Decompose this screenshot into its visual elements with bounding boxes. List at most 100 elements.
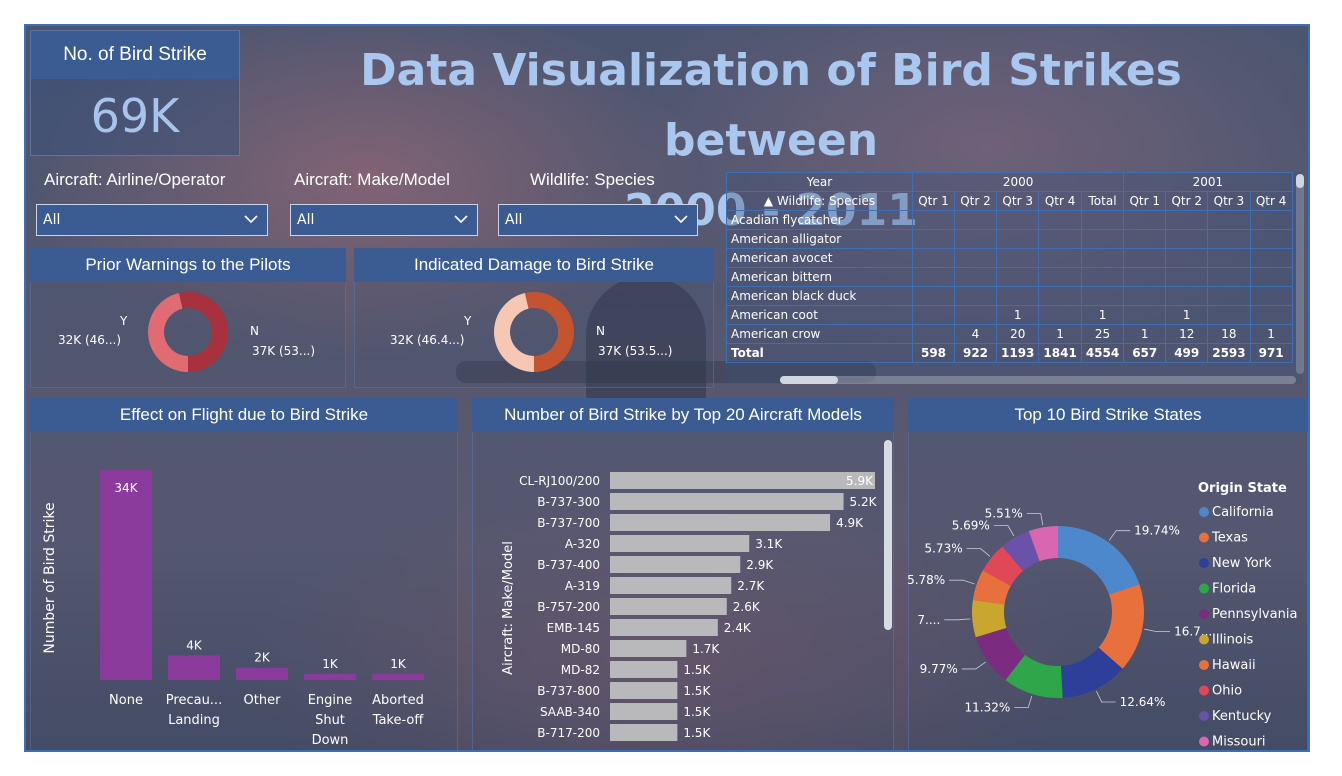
matrix-cell	[995, 229, 1040, 249]
matrix-total-label: Total	[726, 343, 913, 363]
aircraft-bar[interactable]	[610, 514, 831, 531]
aircraft-bar[interactable]	[610, 724, 678, 741]
aircraft-bar[interactable]	[610, 640, 687, 657]
states-donut-chart: 19.74%16.7...12.64%11.32%9.77%7....5.78%…	[908, 481, 1297, 750]
matrix-cell	[1249, 248, 1293, 268]
legend-marker	[1199, 583, 1209, 594]
slicer-dropdown-airline[interactable]: All	[36, 204, 268, 236]
aircraft-category-label: MD-80	[561, 642, 600, 656]
matrix-cell	[954, 229, 997, 249]
state-slice-california[interactable]	[1058, 526, 1140, 595]
matrix-cell	[912, 229, 955, 249]
matrix-row: American alligator	[726, 229, 1293, 249]
matrix-species-cell: American black duck	[726, 286, 913, 306]
aircraft-bar-value-label: 2.6K	[733, 600, 761, 614]
matrix-species-cell: American crow	[726, 324, 913, 344]
slicer-dropdown-model[interactable]: All	[290, 204, 478, 236]
matrix-col-header: Qtr 2	[1165, 191, 1209, 211]
legend-item-label[interactable]: Pennsylvania	[1212, 607, 1297, 622]
legend-item-label[interactable]: New York	[1212, 556, 1272, 571]
effect-category-label: Engine	[308, 693, 353, 708]
matrix-cell	[1249, 305, 1293, 325]
legend-item-label[interactable]: Hawaii	[1212, 658, 1256, 673]
matrix-cell	[912, 305, 955, 325]
matrix-cell: 1841	[1038, 343, 1082, 363]
matrix-cell	[1080, 229, 1125, 249]
matrix-vertical-scrollbar[interactable]	[1296, 174, 1304, 374]
matrix-horizontal-scroll-thumb[interactable]	[780, 376, 838, 384]
state-slice-label: 5.51%	[985, 506, 1023, 520]
states-chart-title: Top 10 Bird Strike States	[908, 398, 1308, 432]
warnings-y-label: Y	[120, 314, 128, 328]
legend-marker	[1199, 711, 1209, 721]
warnings-donut-chart	[148, 292, 228, 372]
effect-bar[interactable]	[168, 655, 220, 680]
matrix-col-header: Total	[1080, 191, 1125, 211]
page-title-line-1: Data Visualization of Bird Strikes betwe…	[360, 45, 1182, 166]
aircraft-bar[interactable]	[610, 577, 732, 594]
matrix-vertical-scroll-thumb[interactable]	[1296, 174, 1304, 188]
legend-item-label[interactable]: Ohio	[1212, 684, 1242, 699]
matrix-cell	[1207, 267, 1251, 287]
matrix-species-header[interactable]: ▲ Wildlife: Species	[726, 191, 913, 211]
chevron-down-icon	[674, 215, 688, 224]
aircraft-chart-scrollbar[interactable]	[884, 440, 892, 630]
matrix-cell: 1	[995, 305, 1040, 325]
matrix-cell	[995, 267, 1040, 287]
legend-marker	[1199, 685, 1209, 696]
legend-item-label[interactable]: Kentucky	[1212, 709, 1272, 724]
matrix-cell: 18	[1207, 324, 1251, 344]
effect-bar[interactable]	[372, 673, 424, 680]
kpi-card: No. of Bird Strike 69K	[30, 30, 240, 156]
matrix-cell: 922	[954, 343, 997, 363]
aircraft-bar[interactable]	[610, 661, 678, 678]
matrix-cell	[1207, 248, 1251, 268]
effect-bar[interactable]	[100, 470, 152, 680]
dashboard: No. of Bird Strike 69K Data Visualizatio…	[24, 24, 1310, 752]
matrix-cell	[912, 324, 955, 344]
effect-bar[interactable]	[304, 673, 356, 680]
matrix-row: American avocet	[726, 248, 1293, 268]
matrix-cell	[1038, 248, 1082, 268]
matrix-cell: 1193	[995, 343, 1040, 363]
legend-item-label[interactable]: Texas	[1211, 531, 1248, 546]
aircraft-bar[interactable]	[610, 682, 678, 699]
legend-item-label[interactable]: Illinois	[1212, 633, 1253, 648]
aircraft-bar[interactable]	[610, 598, 727, 615]
aircraft-bar[interactable]	[610, 472, 875, 489]
matrix-cell	[1249, 210, 1293, 230]
state-slice-label: 5.73%	[924, 542, 962, 556]
state-leader-line	[1026, 513, 1044, 526]
matrix-cell: 657	[1123, 343, 1167, 363]
effect-bar[interactable]	[236, 667, 288, 680]
matrix-cell	[1165, 267, 1209, 287]
slicer-value-species: All	[505, 212, 523, 228]
aircraft-bar-value-label: 1.5K	[683, 663, 711, 677]
effect-chart-title: Effect on Flight due to Bird Strike	[30, 398, 458, 432]
state-slice-label: 7....	[917, 613, 940, 627]
aircraft-bar[interactable]	[610, 619, 718, 636]
slicer-dropdown-species[interactable]: All	[498, 204, 698, 236]
damage-n-value: 37K (53.5...)	[598, 344, 673, 358]
matrix-cell	[1249, 286, 1293, 306]
state-slice-label: 5.69%	[952, 518, 990, 532]
damage-y-value: 32K (46.4...)	[390, 333, 465, 347]
aircraft-category-label: A-320	[565, 537, 600, 551]
aircraft-bar[interactable]	[610, 535, 750, 552]
matrix-cell: 499	[1165, 343, 1209, 363]
matrix-col-header: Qtr 4	[1038, 191, 1082, 211]
legend-item-label[interactable]: Florida	[1212, 582, 1256, 597]
aircraft-bar[interactable]	[610, 556, 741, 573]
legend-item-label[interactable]: Missouri	[1212, 735, 1266, 750]
aircraft-bar[interactable]	[610, 493, 844, 510]
legend-item-label[interactable]: California	[1212, 505, 1274, 520]
effect-bar-value-label: 34K	[114, 481, 138, 495]
effect-bar-value-label: 4K	[186, 638, 203, 652]
state-leader-line	[944, 618, 971, 621]
matrix-cell	[954, 305, 997, 325]
aircraft-bar-value-label: 1.5K	[683, 684, 711, 698]
damage-donut-chart	[494, 292, 574, 372]
aircraft-bar[interactable]	[610, 703, 678, 720]
legend-marker	[1199, 507, 1209, 517]
matrix-horizontal-scrollbar[interactable]	[780, 376, 1296, 384]
